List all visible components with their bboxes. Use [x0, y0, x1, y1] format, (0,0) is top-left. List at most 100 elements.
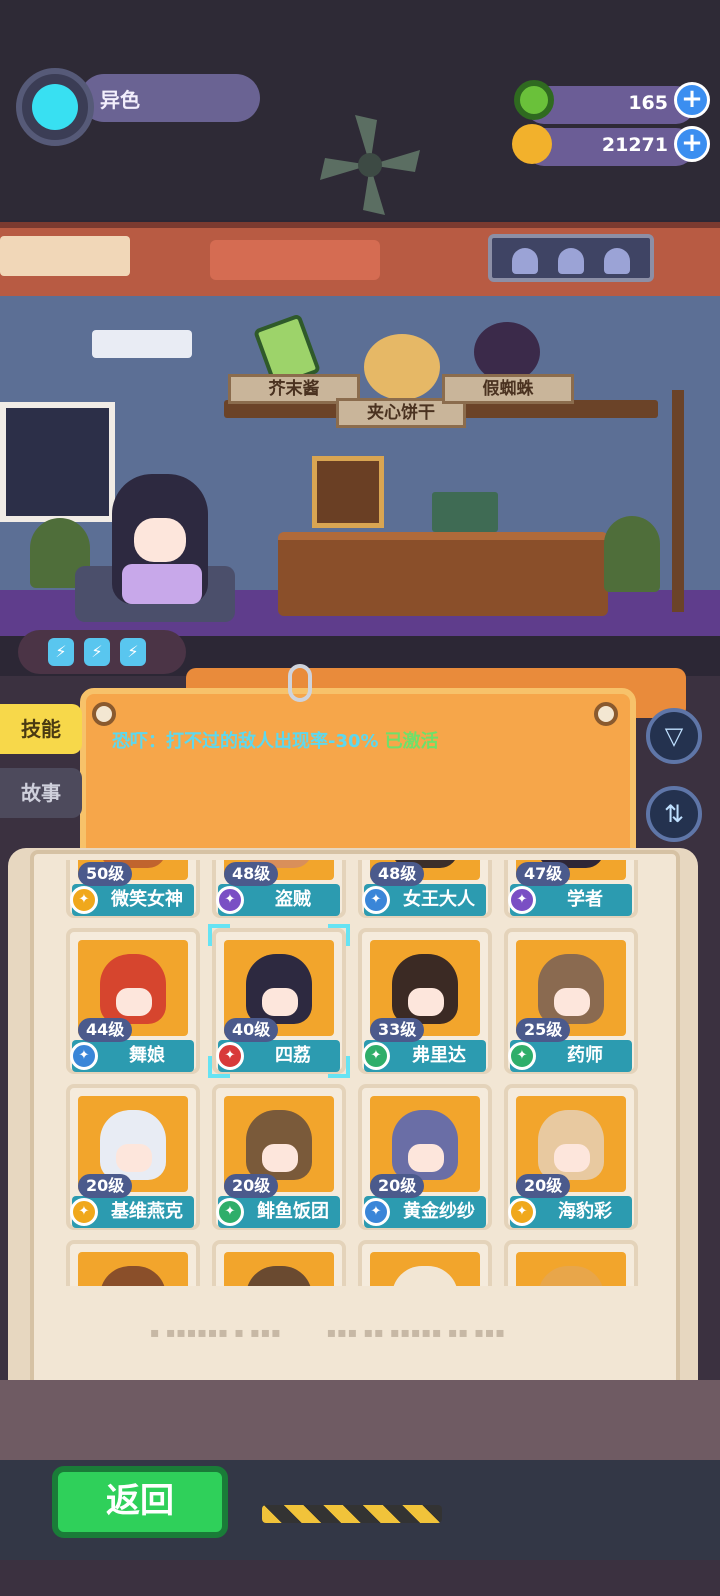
character-face — [554, 1144, 590, 1172]
avatar[interactable] — [16, 68, 94, 146]
sandwich-cookie-icon[interactable] — [364, 334, 440, 400]
sort-button[interactable]: ⇅ — [646, 786, 702, 842]
character-name-bar: ✦ 黄金纱纱 — [362, 1196, 486, 1228]
character-card[interactable]: ✦ 药师 25级 — [504, 928, 638, 1074]
character-name: 药师 — [567, 1045, 603, 1066]
character-card[interactable]: ✦ 黄金纱纱 20级 — [358, 1084, 492, 1230]
character-card[interactable]: ✦ 舞娘 44级 — [66, 928, 200, 1074]
character-name-bar: ✦ 海豹彩 — [508, 1196, 632, 1228]
character-card[interactable]: ✦ 微笑女神 50级 — [66, 860, 200, 918]
character-level: 48级 — [224, 862, 279, 886]
character-name: 学者 — [567, 889, 603, 910]
tab-story[interactable]: 故事 — [0, 768, 82, 818]
screw-icon — [92, 702, 116, 726]
character-portrait — [224, 1252, 334, 1286]
rarity-badge-icon: ✦ — [70, 886, 98, 914]
character-portrait — [516, 1252, 626, 1286]
character-head — [538, 1110, 604, 1180]
character-name-bar: ✦ 舞娘 — [70, 1040, 194, 1072]
character-name-bar: ✦ 女王大人 — [362, 884, 486, 916]
character-card[interactable] — [358, 1240, 492, 1286]
character-name-bar: ✦ 四荔 — [216, 1040, 340, 1072]
selection-corner — [208, 1056, 230, 1078]
ceiling-fan — [320, 115, 420, 215]
character-sprite[interactable] — [112, 474, 208, 604]
lightning-icon: ⚡ — [120, 638, 146, 666]
back-button[interactable]: 返回 — [52, 1466, 228, 1538]
green-donut-icon — [514, 80, 554, 120]
character-dress — [122, 564, 202, 604]
desk — [278, 532, 608, 616]
character-level: 20级 — [78, 1174, 133, 1198]
filter-button[interactable]: ▽ — [646, 708, 702, 764]
character-card[interactable] — [212, 1240, 346, 1286]
coin-count: 21271 — [601, 134, 668, 156]
lightning-icon: ⚡ — [84, 638, 110, 666]
rarity-badge-icon: ✦ — [70, 1042, 98, 1070]
selection-corner — [328, 1056, 350, 1078]
character-name-bar: ✦ 盗贼 — [216, 884, 340, 916]
character-name-bar: ✦ 基维燕克 — [70, 1196, 194, 1228]
hazard-stripe — [262, 1505, 442, 1523]
rarity-badge-icon: ✦ — [216, 1198, 244, 1226]
character-level: 25级 — [516, 1018, 571, 1042]
rarity-badge-icon: ✦ — [362, 1198, 390, 1226]
skill-board — [80, 688, 636, 868]
character-name-bar: ✦ 鲱鱼饭团 — [216, 1196, 340, 1228]
character-card[interactable]: ✦ 弗里达 33级 — [358, 928, 492, 1074]
character-face — [262, 1144, 298, 1172]
character-level: 20级 — [516, 1174, 571, 1198]
character-card[interactable]: ✦ 盗贼 48级 — [212, 860, 346, 918]
character-name-bar: ✦ 药师 — [508, 1040, 632, 1072]
character-name: 海豹彩 — [558, 1201, 612, 1222]
character-head — [538, 954, 604, 1024]
book-stack — [432, 492, 498, 532]
character-card[interactable]: ✦ 女王大人 48级 — [358, 860, 492, 918]
character-name-bar: ✦ 学者 — [508, 884, 632, 916]
character-card[interactable]: ✦ 学者 47级 — [504, 860, 638, 918]
vent-panel — [0, 236, 130, 276]
character-card[interactable]: ✦ 鲱鱼饭团 20级 — [212, 1084, 346, 1230]
character-head — [392, 954, 458, 1024]
ghost-icon — [558, 248, 584, 274]
character-card[interactable] — [504, 1240, 638, 1286]
character-level: 33级 — [370, 1018, 425, 1042]
rarity-badge-icon: ✦ — [362, 1042, 390, 1070]
character-card[interactable]: ✦ 海豹彩 20级 — [504, 1084, 638, 1230]
character-name-bar: ✦ 微笑女神 — [70, 884, 194, 916]
ghost-icon — [512, 248, 538, 274]
character-head — [392, 1266, 458, 1286]
window — [0, 402, 115, 522]
character-name: 微笑女神 — [111, 889, 183, 910]
character-card[interactable] — [66, 1240, 200, 1286]
coin-planet-icon — [512, 124, 552, 164]
character-level: 40级 — [224, 1018, 279, 1042]
rarity-badge-icon: ✦ — [70, 1198, 98, 1226]
character-name: 弗里达 — [412, 1045, 466, 1066]
character-name: 黄金纱纱 — [403, 1201, 475, 1222]
character-card[interactable]: ✦ 基维燕克 20级 — [66, 1084, 200, 1230]
character-face — [408, 988, 444, 1016]
character-variant-name: 异色 — [100, 88, 140, 112]
character-level: 50级 — [78, 862, 133, 886]
selection-corner — [208, 924, 230, 946]
character-head — [100, 1110, 166, 1180]
fake-spider-icon[interactable] — [474, 322, 540, 382]
add-coin-button[interactable]: + — [674, 126, 710, 162]
character-name: 舞娘 — [129, 1045, 165, 1066]
character-card[interactable]: ✦ 四荔 40级 — [208, 924, 350, 1078]
rarity-badge-icon: ✦ — [216, 886, 244, 914]
rarity-badge-icon: ✦ — [508, 1198, 536, 1226]
tab-skills[interactable]: 技能 — [0, 704, 82, 754]
photo-frame — [312, 456, 384, 528]
character-level: 47级 — [516, 862, 571, 886]
character-level: 44级 — [78, 1018, 133, 1042]
character-name: 女王大人 — [403, 889, 475, 910]
character-portrait — [78, 1252, 188, 1286]
rarity-badge-icon: ✦ — [508, 886, 536, 914]
character-head — [246, 954, 312, 1024]
character-face — [116, 988, 152, 1016]
character-grid[interactable]: ✦ 微笑女神 50级 ✦ 盗贼 48级 ✦ 女王大人 48级 ✦ 学者 47级 ✦ 舞娘 44级 ✦ 四荔 40级… — [52, 860, 662, 1286]
add-donut-button[interactable]: + — [674, 82, 710, 118]
filter-icon: ▽ — [664, 722, 684, 750]
